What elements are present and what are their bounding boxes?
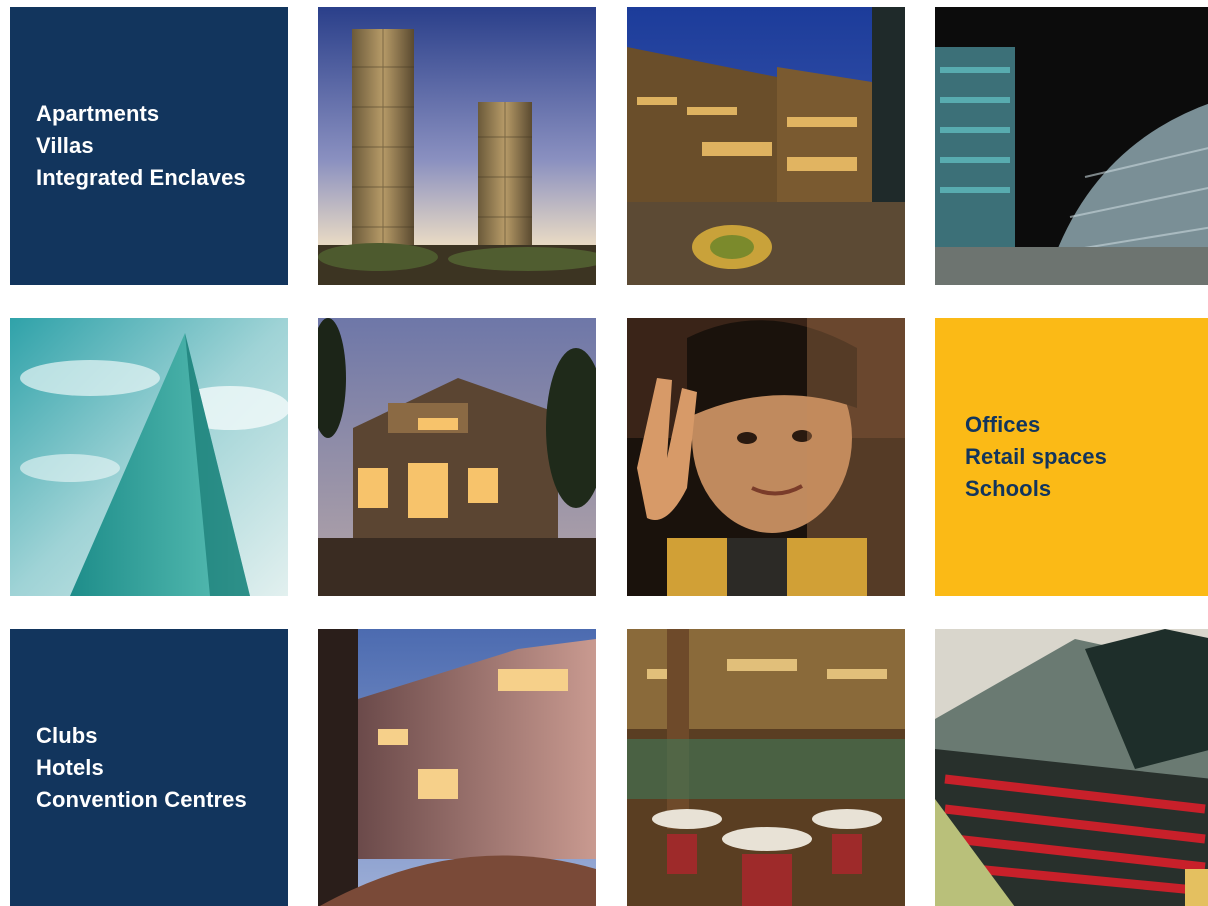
mall-night-photo bbox=[627, 7, 905, 285]
hospitality-category-tile: Clubs Hotels Convention Centres bbox=[10, 629, 288, 906]
commercial-line-2: Retail spaces bbox=[965, 444, 1107, 469]
club-exterior-dusk-photo bbox=[318, 629, 596, 906]
commercial-category-tile: Offices Retail spaces Schools bbox=[935, 318, 1208, 596]
girl-peace-sign-photo bbox=[627, 318, 905, 596]
twin-towers-photo bbox=[318, 7, 596, 285]
hospitality-line-2: Hotels bbox=[36, 755, 104, 780]
glass-tower-sky-photo bbox=[10, 318, 288, 596]
restaurant-interior-photo bbox=[627, 629, 905, 906]
residential-category-tile: Apartments Villas Integrated Enclaves bbox=[10, 7, 288, 285]
commercial-line-1: Offices bbox=[965, 412, 1041, 437]
residential-line-1: Apartments bbox=[36, 101, 160, 126]
villa-dusk-photo bbox=[318, 318, 596, 596]
commercial-line-3: Schools bbox=[965, 476, 1052, 501]
auditorium-seats-photo bbox=[935, 629, 1208, 906]
category-photo-grid: Apartments Villas Integrated Enclaves Of… bbox=[0, 0, 1208, 906]
residential-line-3: Integrated Enclaves bbox=[36, 165, 246, 190]
hospitality-line-3: Convention Centres bbox=[36, 787, 247, 812]
residential-line-2: Villas bbox=[36, 133, 94, 158]
hospitality-line-1: Clubs bbox=[36, 723, 98, 748]
glass-building-night-photo bbox=[935, 7, 1208, 285]
